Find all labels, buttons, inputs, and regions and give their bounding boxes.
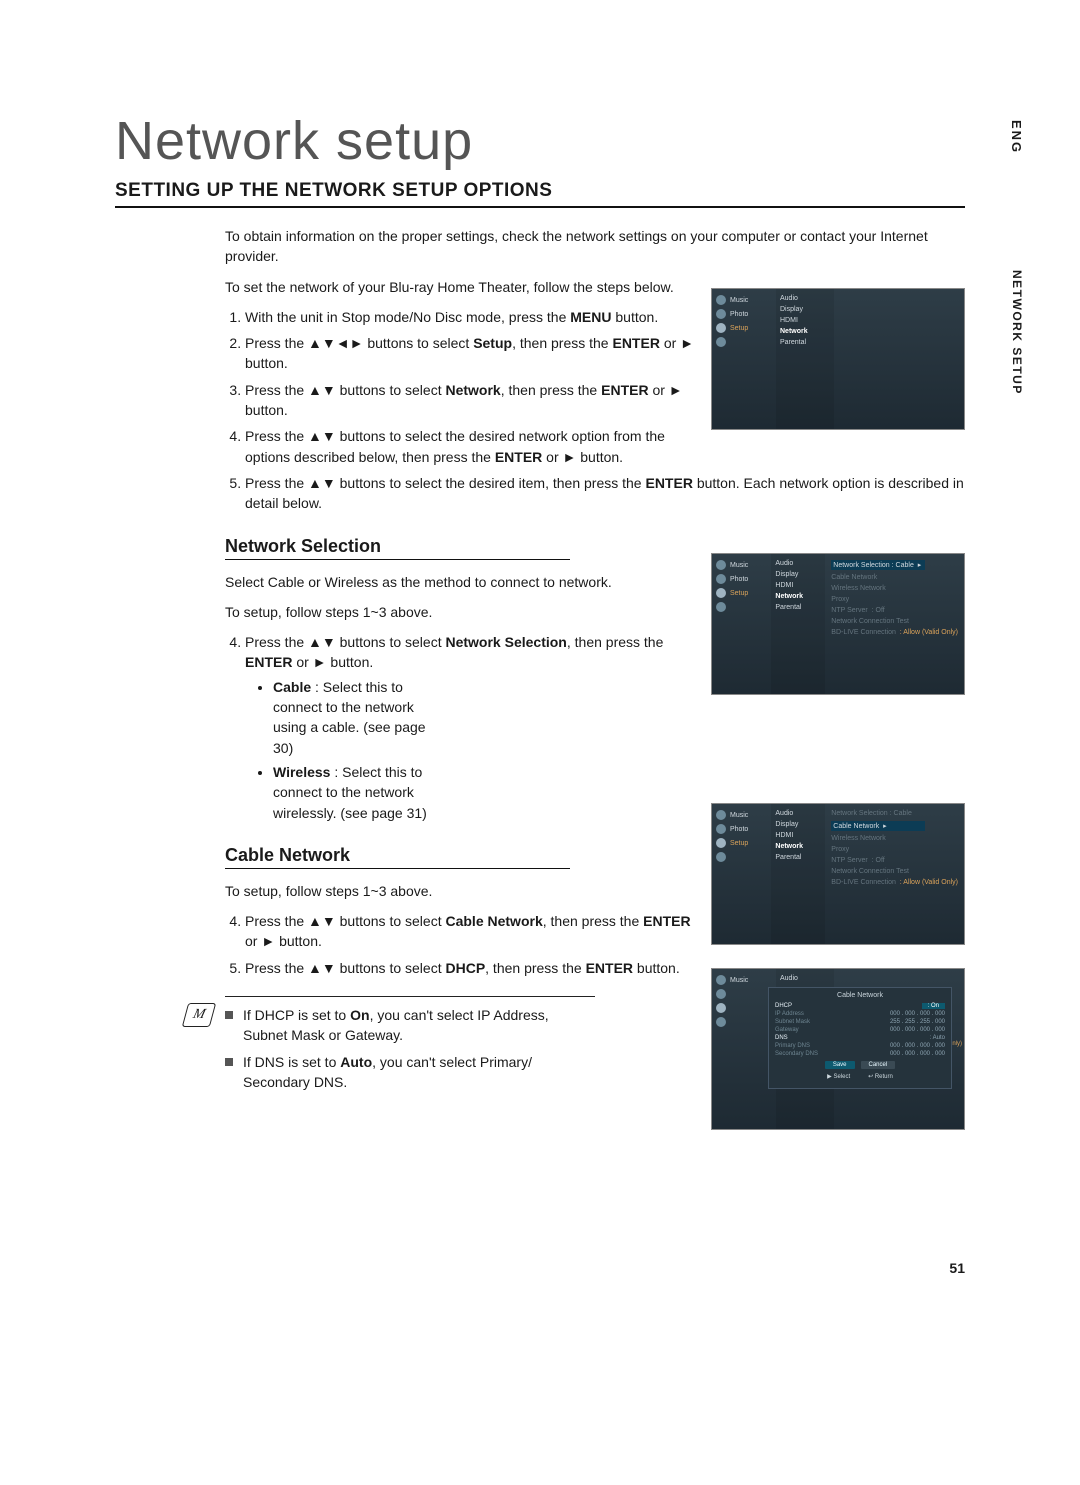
disc-icon — [716, 1017, 726, 1027]
disc-icon — [716, 337, 726, 347]
ui-screenshot-cable-network: Music Photo Setup Audio Display HDMI Net… — [711, 803, 965, 945]
dhcp-title: Cable Network — [775, 992, 945, 999]
select-hint: ▶ Select — [827, 1073, 850, 1080]
ui-screenshot-dhcp: Music Audio alid Only) Cable Network DHC… — [711, 968, 965, 1130]
photo-icon — [716, 309, 726, 319]
gear-icon — [716, 323, 726, 333]
music-icon — [716, 295, 726, 305]
save-button[interactable]: Save — [825, 1061, 855, 1069]
music-icon — [716, 560, 726, 570]
dhcp-dialog: Cable Network DHCP: On IP Address000 . 00… — [768, 987, 952, 1089]
cable-network-heading: Cable Network — [225, 845, 570, 869]
gear-icon — [716, 588, 726, 598]
return-hint: ↩ Return — [868, 1073, 893, 1080]
cable-network-item[interactable]: Cable Network ▸ — [831, 821, 925, 831]
gear-icon — [716, 838, 726, 848]
dhcp-row: IP Address000 . 000 . 000 . 000 — [775, 1011, 945, 1017]
dhcp-row: Secondary DNS000 . 000 . 000 . 000 — [775, 1051, 945, 1057]
bullet-wireless: Wireless : Select this to connect to the… — [273, 762, 705, 823]
ui-screenshot-network-selection: Music Photo Setup Audio Display HDMI Net… — [711, 553, 965, 695]
step-5: Press the ▲▼ buttons to select the desir… — [245, 473, 965, 514]
music-icon — [716, 975, 726, 985]
notes-box: M If DHCP is set to On, you can't select… — [225, 996, 595, 1092]
note-icon: M — [182, 1003, 216, 1027]
note-2: If DNS is set to Auto, you can't select … — [225, 1052, 595, 1093]
step-4: Press the ▲▼ buttons to select the desir… — [245, 426, 965, 467]
dhcp-row[interactable]: DNS: Auto — [775, 1035, 945, 1041]
network-selection-item[interactable]: Network Selection : Cable ▸ — [831, 560, 925, 570]
section-tab: NETWORK SETUP — [1010, 270, 1024, 395]
bullet-cable: Cable : Select this to connect to the ne… — [273, 677, 705, 758]
dhcp-row: Gateway000 . 000 . 000 . 000 — [775, 1027, 945, 1033]
ns-bullets: Cable : Select this to connect to the ne… — [245, 677, 705, 823]
disc-icon — [716, 852, 726, 862]
page-title: Network setup — [115, 110, 965, 172]
section-heading: SETTING UP THE NETWORK SETUP OPTIONS — [115, 180, 965, 208]
photo-icon — [716, 574, 726, 584]
network-selection-heading: Network Selection — [225, 536, 570, 560]
photo-icon — [716, 824, 726, 834]
intro-paragraph-1: To obtain information on the proper sett… — [225, 226, 965, 267]
dhcp-row[interactable]: DHCP: On — [775, 1003, 945, 1009]
gear-icon — [716, 1003, 726, 1013]
ui-screenshot-setup-network: Music Photo Setup Audio Display HDMI Net… — [711, 288, 965, 430]
music-icon — [716, 810, 726, 820]
cancel-button[interactable]: Cancel — [861, 1061, 896, 1069]
lang-tab: ENG — [1009, 120, 1024, 154]
photo-icon — [716, 989, 726, 999]
disc-icon — [716, 602, 726, 612]
page-number: 51 — [949, 1260, 965, 1276]
dhcp-row: Primary DNS000 . 000 . 000 . 000 — [775, 1043, 945, 1049]
main-steps-list-cont: Press the ▲▼ buttons to select the desir… — [225, 473, 965, 514]
dhcp-row: Subnet Mask255 . 255 . 255 . 000 — [775, 1019, 945, 1025]
note-1: If DHCP is set to On, you can't select I… — [225, 1005, 595, 1046]
